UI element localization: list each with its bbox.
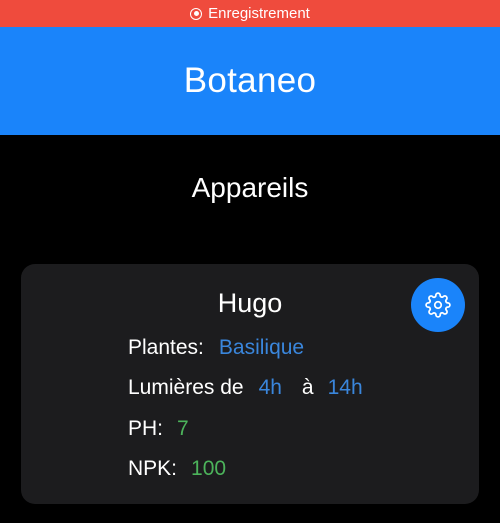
- npk-value: 100: [191, 457, 227, 480]
- plants-row: Plantes: Basilique: [128, 336, 304, 360]
- gear-icon: [425, 292, 451, 318]
- plants-value: Basilique: [218, 336, 305, 359]
- light-end-value: 14h: [327, 376, 363, 399]
- ph-value: 7: [177, 417, 189, 440]
- npk-row: NPK: 100: [128, 457, 226, 481]
- app-header: Botaneo: [0, 27, 500, 135]
- record-icon: [190, 7, 203, 20]
- plants-label: Plantes:: [128, 336, 204, 359]
- device-settings-button[interactable]: [411, 278, 465, 332]
- light-start-value: 4h: [258, 376, 282, 399]
- npk-label: NPK:: [128, 457, 178, 480]
- light-separator: à: [301, 376, 314, 399]
- app-title: Botaneo: [183, 61, 317, 100]
- light-label: Lumières de: [128, 376, 244, 399]
- section-title: Appareils: [191, 172, 309, 203]
- recording-status-bar[interactable]: Enregistrement: [0, 0, 500, 27]
- recording-label: Enregistrement: [208, 5, 310, 22]
- light-schedule-row: Lumières de 4h à 14h: [128, 376, 363, 400]
- ph-label: PH:: [128, 417, 164, 440]
- ph-row: PH: 7: [128, 417, 189, 441]
- device-card[interactable]: Hugo Plantes: Basilique Lumières de 4h à…: [21, 264, 479, 504]
